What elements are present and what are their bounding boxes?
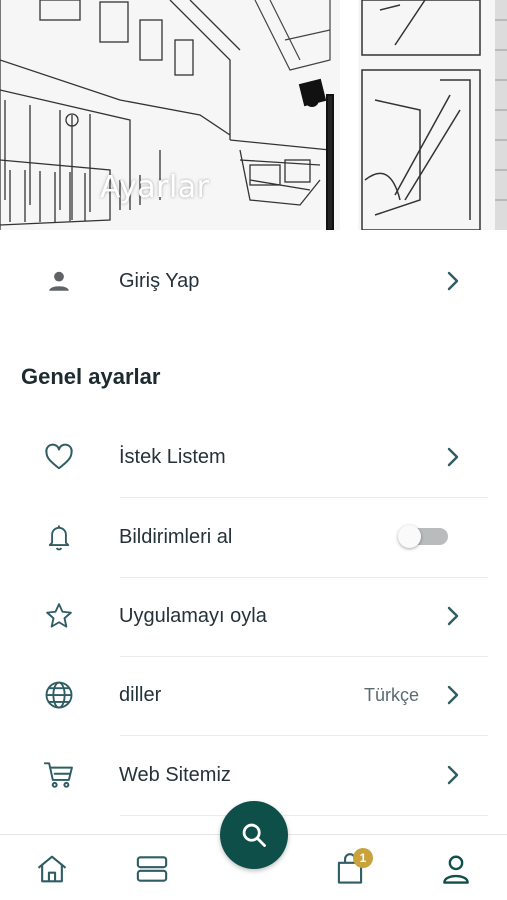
divider [120,815,488,816]
toggle-knob [398,525,421,548]
settings-item-label: Bildirimleri al [119,525,233,548]
settings-item-label: diller [119,683,162,706]
home-icon[interactable] [32,849,72,889]
search-button[interactable] [220,801,288,869]
settings-item-notifications[interactable]: Bildirimleri al [0,498,507,576]
settings-item-languages[interactable]: diller Türkçe [0,656,507,734]
chevron-right-icon [443,443,463,471]
search-icon [240,821,268,849]
person-icon [42,264,76,298]
chevron-right-icon [443,267,463,295]
header-banner: Ayarlar [0,0,507,230]
cart-icon [42,758,76,792]
bell-icon [42,520,76,554]
settings-item-label: İstek Listem [119,445,226,468]
settings-item-label: Web Sitemiz [119,763,231,786]
globe-icon [42,678,76,712]
login-row[interactable]: Giriş Yap [0,242,507,320]
chevron-right-icon [443,761,463,789]
star-icon [42,599,76,633]
chevron-right-icon [443,602,463,630]
cart-badge: 1 [353,848,373,868]
heart-icon [42,440,76,474]
categories-icon[interactable] [132,849,172,889]
notifications-toggle[interactable] [398,525,448,548]
chevron-right-icon [443,681,463,709]
page-title: Ayarlar [100,170,210,205]
street-illustration [0,0,507,230]
settings-item-wishlist[interactable]: İstek Listem [0,418,507,496]
section-title-general: Genel ayarlar [21,364,161,389]
selected-language: Türkçe [363,684,419,705]
settings-item-rate-app[interactable]: Uygulamayı oyla [0,577,507,655]
login-label: Giriş Yap [119,269,200,292]
settings-item-label: Uygulamayı oyla [119,604,267,627]
profile-icon[interactable] [436,849,476,889]
